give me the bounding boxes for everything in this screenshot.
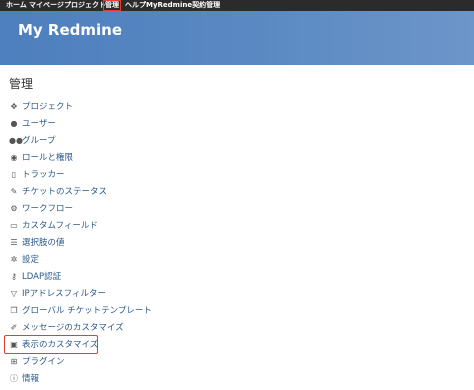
group-icon: ●●: [9, 136, 23, 145]
info-icon: ⓘ: [10, 374, 18, 383]
page-title: 管理: [9, 77, 34, 91]
admin-menu-item[interactable]: ⓘ 情報: [9, 370, 309, 387]
main-content: 管理 ✥ プロジェクト ● ユーザー ●●グループ ◉ ロールと権限 ▯ トラッカー ✎…: [0, 65, 474, 390]
admin-menu-item[interactable]: ▽ IPアドレスフィルター: [9, 285, 309, 302]
admin-menu-label[interactable]: 情報: [22, 374, 39, 384]
admin-menu-item[interactable]: ☰ 選択肢の値: [9, 234, 309, 251]
admin-menu-item[interactable]: ✐ メッセージのカスタマイズ: [9, 319, 309, 336]
top-menu-home[interactable]: ホーム: [6, 0, 27, 11]
top-menu-help[interactable]: ヘルプ: [125, 0, 146, 11]
admin-menu-label[interactable]: IPアドレスフィルター: [22, 289, 106, 299]
admin-menu-label[interactable]: ユーザー: [22, 119, 56, 129]
filter-icon: ▽: [10, 289, 18, 298]
eye-icon: ◉: [10, 153, 18, 162]
admin-menu-label[interactable]: カスタムフィールド: [22, 221, 98, 231]
admin-menu-label[interactable]: プロジェクト: [22, 102, 73, 112]
tracker-icon: ▯: [11, 170, 17, 179]
site-title[interactable]: My Redmine: [18, 21, 122, 39]
admin-menu-label[interactable]: メッセージのカスタマイズ: [22, 323, 124, 333]
workflow-icon: ⚙: [10, 204, 18, 213]
pencil-icon: ✐: [10, 323, 18, 332]
template-icon: ❐: [10, 306, 18, 315]
gear-icon: ✲: [10, 255, 18, 264]
admin-menu-label[interactable]: チケットのステータス: [22, 187, 107, 197]
admin-menu-item[interactable]: ❐ グローバル チケットテンプレート: [9, 302, 309, 319]
admin-menu-item[interactable]: ●●グループ: [9, 132, 309, 149]
admin-menu-item[interactable]: ▭ カスタムフィールド: [9, 217, 309, 234]
plugin-icon: ⊞: [10, 357, 18, 366]
admin-menu-label[interactable]: グローバル チケットテンプレート: [22, 306, 152, 316]
admin-menu-item[interactable]: ⚷ LDAP認証: [9, 268, 309, 285]
admin-menu-item[interactable]: ▯ トラッカー: [9, 166, 309, 183]
admin-menu-item[interactable]: ◉ ロールと権限: [9, 149, 309, 166]
highlight-box: [4, 335, 98, 354]
admin-menu-label[interactable]: ワークフロー: [22, 204, 73, 214]
admin-menu-label[interactable]: グループ: [22, 136, 56, 146]
custom-field-icon: ▭: [10, 221, 18, 230]
admin-menu-label[interactable]: 設定: [22, 255, 39, 265]
admin-menu-item[interactable]: ⊞ プラグイン: [9, 353, 309, 370]
projects-icon: ✥: [10, 102, 18, 111]
user-icon: ●: [10, 119, 18, 128]
list-icon: ☰: [10, 238, 18, 247]
top-menu-myredmine-contract[interactable]: MyRedmine契約管理: [146, 0, 220, 11]
admin-menu-item[interactable]: ⚙ ワークフロー: [9, 200, 309, 217]
header: My Redmine: [0, 11, 474, 65]
edit-icon: ✎: [10, 187, 18, 196]
admin-menu-label[interactable]: LDAP認証: [22, 272, 61, 282]
admin-menu: ✥ プロジェクト ● ユーザー ●●グループ ◉ ロールと権限 ▯ トラッカー ✎ チケッ…: [4, 98, 309, 387]
admin-menu-item[interactable]: ✎ チケットのステータス: [9, 183, 309, 200]
admin-menu-label[interactable]: ロールと権限: [22, 153, 73, 163]
admin-menu-item[interactable]: ✥ プロジェクト: [9, 98, 309, 115]
admin-menu-label[interactable]: 選択肢の値: [22, 238, 65, 248]
admin-menu-item[interactable]: ● ユーザー: [9, 115, 309, 132]
top-menu-projects[interactable]: プロジェクト: [64, 0, 106, 11]
top-menu: ホーム マイページ プロジェクト 管理 ヘルプ MyRedmine契約管理: [0, 0, 474, 11]
admin-menu-label[interactable]: プラグイン: [22, 357, 65, 367]
key-icon: ⚷: [11, 272, 17, 281]
top-menu-admin[interactable]: 管理: [103, 0, 121, 11]
admin-menu-item-display-customize[interactable]: ▣ 表示のカスタマイズ: [4, 335, 309, 354]
admin-menu-item[interactable]: ✲ 設定: [9, 251, 309, 268]
admin-menu-label[interactable]: トラッカー: [22, 170, 65, 180]
top-menu-my-page[interactable]: マイページ: [29, 0, 64, 11]
